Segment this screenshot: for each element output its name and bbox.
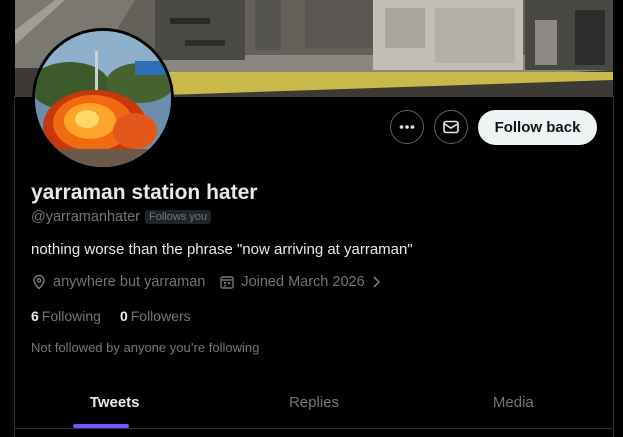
handle-row: @yarramanhater Follows you xyxy=(31,209,212,225)
tab-tweets[interactable]: Tweets xyxy=(15,372,214,428)
social-context-text: Not followed by anyone you’re following xyxy=(31,340,260,355)
tab-media[interactable]: Media xyxy=(414,372,613,428)
followers-stat[interactable]: 0 Followers xyxy=(120,308,191,324)
message-button[interactable] xyxy=(434,110,468,144)
envelope-icon xyxy=(443,120,459,134)
location-text: anywhere but yarraman xyxy=(53,274,206,290)
location-item: anywhere but yarraman xyxy=(31,274,205,290)
tabs-bottom-border xyxy=(15,428,613,429)
follows-you-badge: Follows you xyxy=(145,210,212,224)
profile-meta-row: anywhere but yarraman Joined March 2026 xyxy=(31,274,395,290)
joined-date-text: Joined March 2026 xyxy=(241,274,365,290)
more-horizontal-icon xyxy=(399,125,415,129)
follow-back-button[interactable]: Follow back xyxy=(478,110,597,145)
user-handle: @yarramanhater xyxy=(31,209,141,225)
chevron-right-icon xyxy=(373,276,380,288)
following-label: Following xyxy=(41,308,101,324)
following-count: 6 xyxy=(31,308,39,324)
follow-stats-row: 6 Following 0 Followers xyxy=(31,308,210,324)
following-stat[interactable]: 6 Following xyxy=(31,308,101,324)
avatar-photo xyxy=(35,31,171,167)
column-border-right xyxy=(613,96,614,437)
profile-bio: nothing worse than the phrase "now arriv… xyxy=(31,241,413,258)
profile-avatar[interactable] xyxy=(32,28,174,170)
display-name: yarraman station hater xyxy=(31,181,258,204)
location-pin-icon xyxy=(33,274,45,290)
joined-date-item[interactable]: Joined March 2026 xyxy=(219,274,380,290)
followers-count: 0 xyxy=(119,308,128,324)
profile-tabs: Tweets Replies Media xyxy=(15,372,613,428)
more-options-button[interactable] xyxy=(390,110,424,144)
followers-label: Followers xyxy=(130,308,191,324)
tab-replies[interactable]: Replies xyxy=(214,372,413,428)
outer-margin xyxy=(0,0,14,437)
calendar-icon xyxy=(220,276,235,289)
